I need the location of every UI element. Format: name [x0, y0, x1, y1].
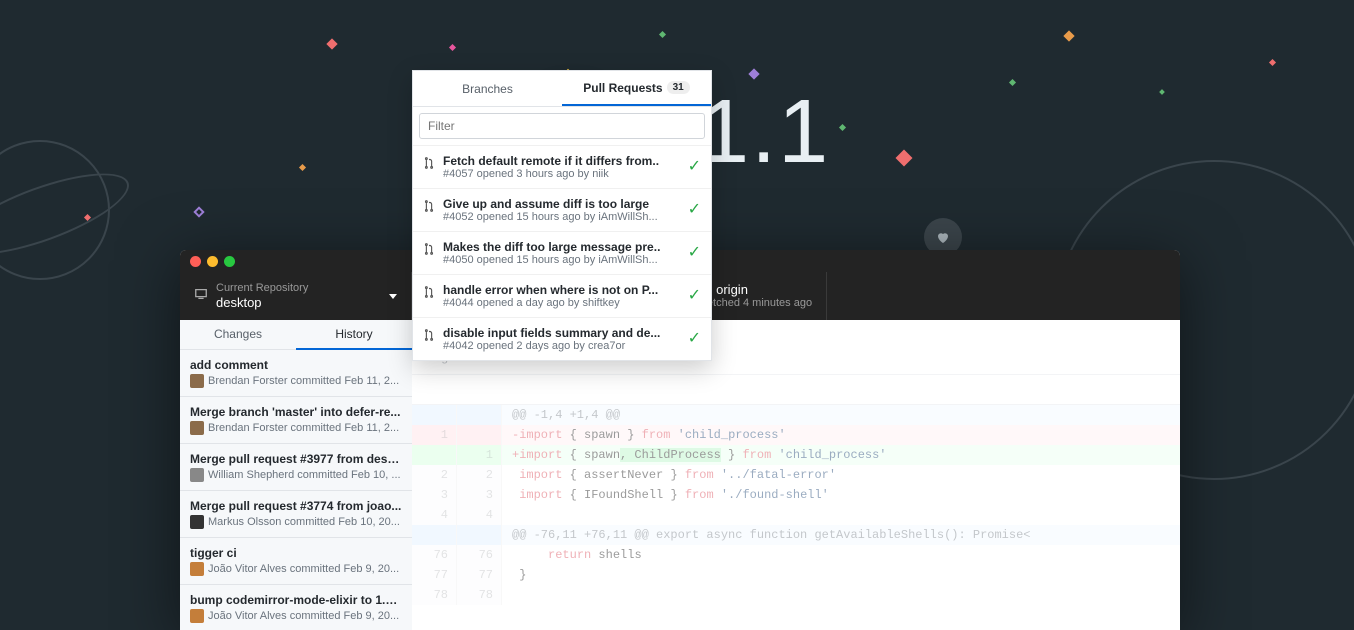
avatar [190, 421, 204, 435]
history-item[interactable]: Merge pull request #3774 from joao... Ma… [180, 491, 412, 538]
history-item[interactable]: Merge branch 'master' into defer-re... B… [180, 397, 412, 444]
monitor-icon [194, 287, 208, 306]
avatar [190, 374, 204, 388]
check-icon: ✓ [688, 156, 701, 176]
tab-history[interactable]: History [296, 320, 412, 350]
decoration-diamond [659, 31, 666, 38]
decoration-diamond [1159, 89, 1165, 95]
repo-label: Current Repository [216, 282, 308, 295]
decoration-diamond [299, 164, 306, 171]
pr-count-badge: 31 [667, 81, 690, 94]
avatar [190, 515, 204, 529]
decoration-diamond [748, 68, 759, 79]
check-icon: ✓ [688, 199, 701, 219]
check-icon: ✓ [688, 328, 701, 348]
close-icon[interactable] [190, 256, 201, 267]
tab-branches[interactable]: Branches [413, 71, 562, 106]
decoration-diamond [1063, 30, 1074, 41]
repo-value: desktop [216, 295, 308, 311]
history-item[interactable]: Merge pull request #3977 from desk... Wi… [180, 444, 412, 491]
git-pull-request-icon [423, 285, 435, 304]
repo-selector[interactable]: Current Repository desktop [180, 272, 412, 320]
git-pull-request-icon [423, 328, 435, 347]
tab-changes[interactable]: Changes [180, 320, 296, 350]
decoration-diamond [1009, 79, 1016, 86]
dim-overlay [412, 320, 1180, 630]
avatar [190, 609, 204, 623]
check-icon: ✓ [688, 242, 701, 262]
decoration-diamond [326, 38, 337, 49]
history-list: add comment Brendan Forster committed Fe… [180, 350, 412, 630]
decoration-diamond [449, 44, 456, 51]
pr-item[interactable]: Give up and assume diff is too large#405… [413, 188, 711, 231]
pr-item[interactable]: disable input fields summary and de...#4… [413, 317, 711, 360]
git-pull-request-icon [423, 199, 435, 218]
maximize-icon[interactable] [224, 256, 235, 267]
decoration-diamond [839, 124, 846, 131]
pr-item[interactable]: handle error when where is not on P...#4… [413, 274, 711, 317]
git-pull-request-icon [423, 242, 435, 261]
avatar [190, 562, 204, 576]
decoration-diamond [896, 150, 913, 167]
check-icon: ✓ [688, 285, 701, 305]
decoration-diamond [1269, 59, 1276, 66]
main-content: etter-error-handling-ENOENT anged files … [412, 320, 1180, 630]
decoration-planet [0, 140, 110, 280]
pr-item[interactable]: Fetch default remote if it differs from.… [413, 145, 711, 188]
decoration-diamond [193, 206, 204, 217]
history-item[interactable]: tigger ci João Vitor Alves committed Feb… [180, 538, 412, 585]
pr-item[interactable]: Makes the diff too large message pre..#4… [413, 231, 711, 274]
git-pull-request-icon [423, 156, 435, 175]
filter-input[interactable] [419, 113, 705, 139]
pr-list: Fetch default remote if it differs from.… [413, 145, 711, 360]
history-item[interactable]: bump codemirror-mode-elixir to 1.1.1 Joã… [180, 585, 412, 630]
sidebar: Changes History add comment Brendan Fors… [180, 320, 412, 630]
minimize-icon[interactable] [207, 256, 218, 267]
branch-popover: Branches Pull Requests 31 Fetch default … [412, 70, 712, 361]
avatar [190, 468, 204, 482]
tab-pull-requests[interactable]: Pull Requests 31 [562, 71, 711, 106]
chevron-down-icon [389, 294, 397, 299]
history-item[interactable]: add comment Brendan Forster committed Fe… [180, 350, 412, 397]
